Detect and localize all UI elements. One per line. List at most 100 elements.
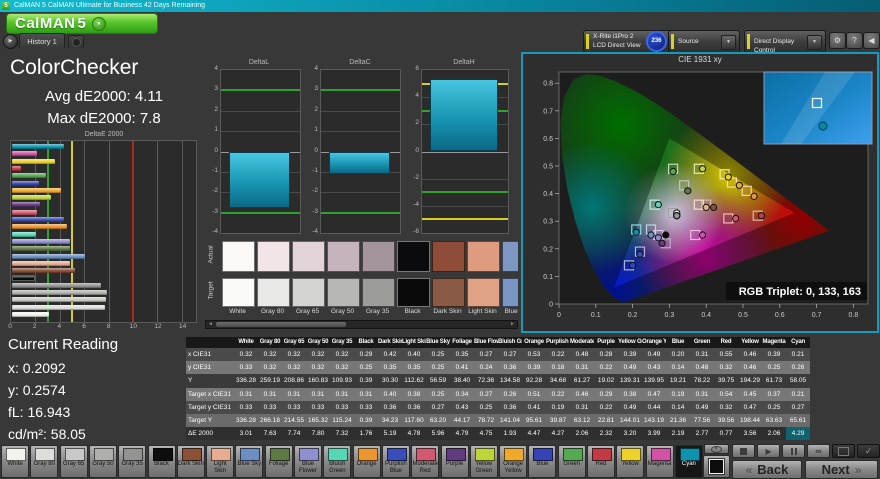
patch-button-green[interactable]: Green xyxy=(557,445,586,478)
y-tick-label: 0.1 xyxy=(543,274,553,281)
patch-button-blue-sky[interactable]: Blue Sky xyxy=(235,445,264,478)
table-cell: 0.21 xyxy=(791,351,805,358)
table-cell: 0.49 xyxy=(623,403,637,411)
actual-swatch-gray-50 xyxy=(327,241,360,272)
patch-button-orange[interactable]: Orange xyxy=(352,445,381,478)
collapse-button[interactable]: ◀ xyxy=(863,32,880,49)
table-cell: 0.32 xyxy=(335,364,349,372)
reading-fl: fL: 16.943 xyxy=(8,404,71,420)
play-button[interactable]: ▶ xyxy=(757,444,780,458)
back-button[interactable]: « Back xyxy=(732,460,802,479)
table-cell: 5.19 xyxy=(383,430,397,438)
next-label: Next xyxy=(821,462,850,477)
table-cell: 0.29 xyxy=(599,390,613,398)
column-header-purplish-blue: Purplish Blue xyxy=(546,339,570,345)
patch-window-button[interactable] xyxy=(703,455,730,478)
axis-tick-label: 2 xyxy=(415,119,419,127)
swatch-scrollbar[interactable]: ◄ ► xyxy=(205,320,518,329)
green-limit-line xyxy=(321,89,400,92)
next-button[interactable]: Next » xyxy=(805,460,878,479)
patch-button-foliage[interactable]: Foliage xyxy=(264,445,293,478)
patch-button-moderate-red[interactable]: Moderate Red xyxy=(411,445,440,478)
patch-chip xyxy=(269,448,290,461)
cie-measured-moderate-red xyxy=(732,214,740,223)
pause-button[interactable] xyxy=(782,444,805,458)
source-dropdown[interactable]: Source ▼ xyxy=(668,30,740,53)
continuous-read-button[interactable]: ∞ xyxy=(807,444,830,458)
logo-menu-chevron-down-icon[interactable]: ▼ xyxy=(91,16,106,31)
table-cell: 0.27 xyxy=(791,403,805,411)
table-cell: 0.33 xyxy=(287,403,301,411)
table-cell: 4.29 xyxy=(786,427,810,441)
patch-button-orange-yellow[interactable]: Orange Yellow xyxy=(499,445,528,478)
preview-button[interactable] xyxy=(704,444,729,454)
patch-button-dark-skin[interactable]: Dark Skin xyxy=(176,445,205,478)
scrollbar-thumb[interactable] xyxy=(216,322,346,327)
grid-line xyxy=(108,141,110,322)
row-label: Target y CIE31 xyxy=(188,403,231,411)
y-tick-label: 0.2 xyxy=(543,246,553,253)
column-header-white: White xyxy=(238,339,254,345)
table-cell: 2.06 xyxy=(767,430,781,438)
window-titlebar: 5 CalMAN 5 CalMAN Ultimate for Business … xyxy=(0,0,880,12)
column-header-orange: Orange xyxy=(524,339,544,345)
display-control-dropdown[interactable]: Direct Display Control ▼ xyxy=(744,30,826,54)
table-cell: 0.27 xyxy=(479,390,493,398)
stop-icon xyxy=(740,447,747,455)
accept-button[interactable]: ✓ xyxy=(857,444,880,458)
settings-button[interactable]: ⚙ xyxy=(829,32,846,49)
patch-button-purplish-blue[interactable]: Purplish Blue xyxy=(381,445,410,478)
target-swatch-gray-80 xyxy=(257,278,290,307)
actual-swatch-gray-65 xyxy=(292,241,325,272)
patch-button-purple[interactable]: Purple xyxy=(440,445,469,478)
patch-button-white[interactable]: White xyxy=(1,445,29,478)
new-tab-button[interactable] xyxy=(68,35,84,48)
table-cell: 5.96 xyxy=(431,430,445,438)
patch-button-yellow[interactable]: Yellow xyxy=(616,445,645,478)
de2000-bar-cyan xyxy=(12,144,65,149)
scroll-left-icon[interactable]: ◄ xyxy=(206,321,215,328)
table-cell: 0.51 xyxy=(527,390,541,398)
column-header-dark-skin: Dark Skin xyxy=(378,339,402,345)
patch-button-black[interactable]: Black xyxy=(147,445,176,478)
patch-button-magenta[interactable]: Magenta xyxy=(645,445,674,478)
patch-label: Gray 65 xyxy=(62,461,85,467)
patch-button-gray-50[interactable]: Gray 50 xyxy=(88,445,117,478)
stop-button[interactable] xyxy=(732,444,755,458)
inset-measured-circle xyxy=(818,121,828,131)
table-header-row: White Gray 80 Gray 65 Gray 50 Gray 35 Black Da… xyxy=(186,337,810,348)
column-header-gray-35: Gray 35 xyxy=(331,339,353,345)
table-cell: 0.25 xyxy=(359,364,373,372)
axis-tick-label: -1 xyxy=(212,166,218,174)
axis-tick-label: 1 xyxy=(214,126,218,134)
patch-button-cyan[interactable]: Cyan xyxy=(674,445,703,478)
scroll-right-icon[interactable]: ► xyxy=(508,321,517,328)
x-tick-label: 0.1 xyxy=(591,312,601,319)
y-tick-label: 0.7 xyxy=(543,108,553,115)
de2000-bar-light-skin xyxy=(12,260,71,266)
patch-chip xyxy=(474,448,495,461)
axis-tick-label: 0 xyxy=(415,146,419,154)
pause-icon xyxy=(794,447,797,455)
patch-button-light-skin[interactable]: Light Skin xyxy=(206,445,235,478)
help-icon: ? xyxy=(852,36,857,45)
app-icon: 5 xyxy=(2,2,10,10)
patch-button-gray-65[interactable]: Gray 65 xyxy=(59,445,88,478)
table-cell: 0.32 xyxy=(239,351,253,358)
tab-scroll-button[interactable]: ▶ xyxy=(3,34,18,49)
deltaC-bar xyxy=(329,151,390,174)
patch-label: Purplish Blue xyxy=(385,461,407,474)
help-button[interactable]: ? xyxy=(846,32,863,49)
patch-button-yellow-green[interactable]: Yellow Green xyxy=(469,445,498,478)
calman-logo[interactable]: CalMAN 5 ▼ xyxy=(6,13,158,34)
display-toggle-button[interactable] xyxy=(832,444,855,458)
table-cell: 4.78 xyxy=(407,430,421,438)
tab-history-1[interactable]: History 1 xyxy=(19,33,65,48)
patch-button-gray-80[interactable]: Gray 80 xyxy=(30,445,59,478)
patch-button-red[interactable]: Red xyxy=(587,445,615,478)
patch-button-blue[interactable]: Blue xyxy=(528,445,557,478)
patch-button-bluish-green[interactable]: Bluish Green xyxy=(323,445,352,478)
patch-button-blue-flower[interactable]: Blue Flower xyxy=(294,445,322,478)
reading-cdm2: cd/m²: 58.05 xyxy=(8,426,86,442)
patch-button-gray-35[interactable]: Gray 35 xyxy=(118,445,147,478)
